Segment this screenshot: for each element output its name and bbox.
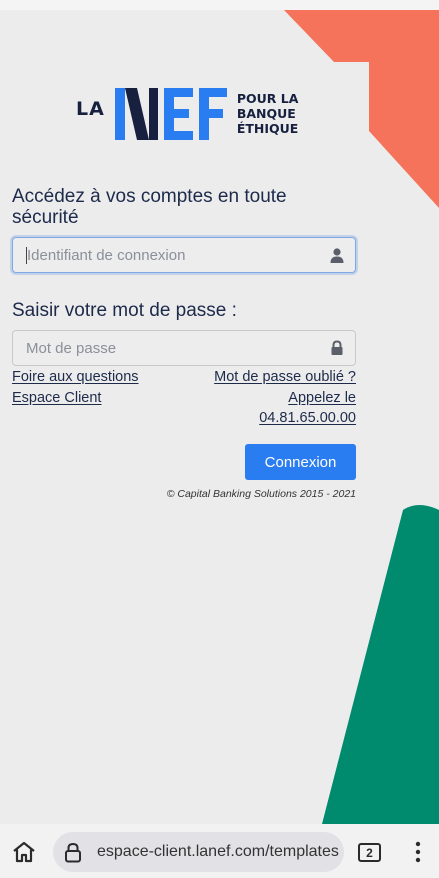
- home-icon[interactable]: [12, 841, 36, 863]
- user-icon: [330, 248, 344, 263]
- login-heading: Accédez à vos comptes en toute sécurité: [12, 186, 287, 228]
- status-strip: [0, 0, 439, 10]
- login-id-input[interactable]: [13, 238, 313, 272]
- login-page: LA POUR LA BANQUE ÉTHIQUE Accédez à vos …: [0, 10, 439, 824]
- text-caret: [26, 247, 27, 264]
- browser-toolbar: espace-client.lanef.com/templates 2: [0, 824, 439, 878]
- tabs-icon[interactable]: 2: [358, 843, 381, 862]
- password-input[interactable]: [13, 331, 313, 365]
- logo-tagline-line: ÉTHIQUE: [236, 120, 299, 136]
- address-bar[interactable]: espace-client.lanef.com/templates: [53, 832, 344, 872]
- phone-link[interactable]: 04.81.65.00.00: [259, 410, 356, 426]
- logo-la-text: LA: [76, 98, 105, 120]
- logo-tagline-line: POUR LA: [236, 90, 299, 106]
- login-id-field[interactable]: [12, 237, 356, 273]
- logo-tagline: POUR LA BANQUE ÉTHIQUE: [237, 91, 299, 136]
- logo-tagline-line: BANQUE: [236, 105, 296, 121]
- more-vert-icon[interactable]: [414, 841, 422, 863]
- padlock-icon: [331, 340, 343, 355]
- copyright-text: © Capital Banking Solutions 2015 - 2021: [166, 488, 356, 500]
- call-link[interactable]: Appelez le: [288, 390, 356, 406]
- url-text: espace-client.lanef.com/templates: [97, 843, 339, 860]
- logo-nef-mark: [114, 88, 227, 140]
- client-area-link[interactable]: Espace Client: [12, 390, 101, 406]
- connect-button[interactable]: Connexion: [245, 444, 356, 480]
- lock-icon[interactable]: [64, 842, 82, 863]
- forgot-password-link[interactable]: Mot de passe oublié ?: [214, 369, 356, 385]
- password-label: Saisir votre mot de passe :: [12, 300, 237, 321]
- password-field[interactable]: [12, 330, 356, 366]
- brand-logo: LA POUR LA BANQUE ÉTHIQUE: [76, 88, 298, 140]
- faq-link[interactable]: Foire aux questions: [12, 369, 139, 385]
